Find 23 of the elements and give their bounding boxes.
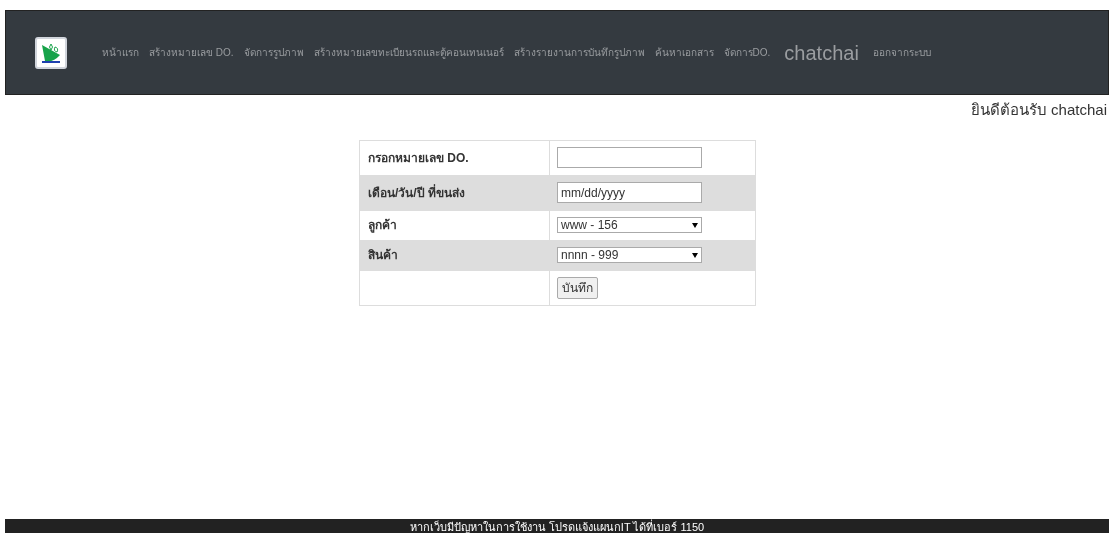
nav-link[interactable]: สร้างหมายเลขทะเบียนรถและตู้คอนเทนเนอร์ [313,45,504,60]
field-label: กรอกหมายเลข DO. [359,140,550,175]
select-field[interactable]: nnnn - 999 [557,247,702,263]
nav-link[interactable]: จัดการDO. [723,45,771,60]
field-label: ลูกค้า [359,210,550,240]
save-button[interactable]: บันทึก [557,276,598,299]
field-label: เดือน/วัน/ปี ที่ขนส่ง [359,175,550,210]
nav-link[interactable]: จัดการรูปภาพ [243,45,304,60]
logo-icon[interactable] [35,36,67,69]
nav-link[interactable]: ออกจากระบบ [872,45,931,60]
dropdown-caret-icon [692,252,698,258]
field-label: สินค้า [359,240,550,270]
footer-text: หากเว็บมีปัญหาในการใช้งาน โปรดแจ้งแผนกIT ได้ที่เบอร์ 1150 [409,519,705,533]
nav-link[interactable]: หน้าแรก [102,45,139,60]
input-field[interactable] [557,147,702,168]
select-field[interactable]: www - 156 [557,217,702,233]
date-field[interactable]: mm/dd/yyyy [557,182,702,203]
welcome-text: ยินดีต้อนรับ chatchai [970,100,1107,120]
user-link[interactable]: chatchai [780,37,863,68]
nav-link[interactable]: สร้างรายงานการบันทึกรูปภาพ [513,45,645,60]
nav-link[interactable]: สร้างหมายเลข DO. [149,45,234,60]
dropdown-caret-icon [692,222,698,228]
nav-link[interactable]: ค้นหาเอกสาร [654,45,714,60]
